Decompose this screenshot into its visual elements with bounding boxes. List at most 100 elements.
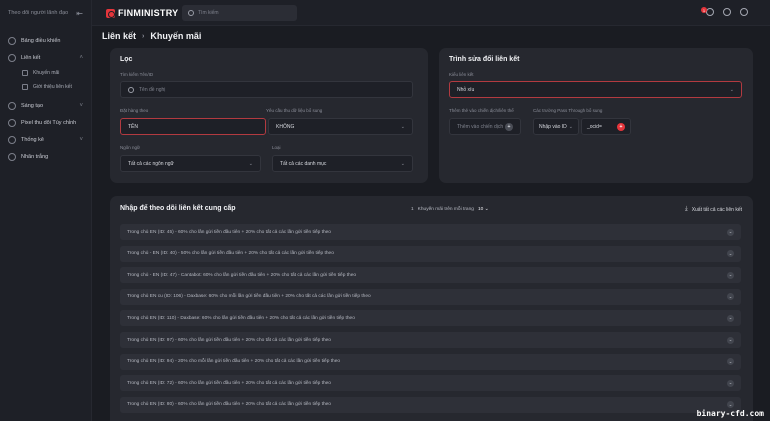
expand-chevron-icon[interactable]: ⌄ [727,314,734,322]
expand-chevron-icon[interactable]: ⌄ [727,293,734,301]
chevron-down-icon: ⌄ [568,123,573,130]
sidebar-item-links[interactable]: Liên kết ˄ [0,49,91,66]
expand-chevron-icon[interactable]: ⌄ [727,358,734,366]
sidebar-item-creative[interactable]: Sáng tạo ˅ [0,97,91,114]
per-page-label: Khuyến mãi trên mỗi trang [417,207,474,212]
offer-row-label: Trong chủ EN (ID: 45) - 60% cho lần gửi … [127,229,331,235]
offer-row[interactable]: Trong chủ EN (ID: 80) - 60% cho lần gửi … [120,396,741,413]
expand-chevron-icon[interactable]: ⌄ [727,250,734,258]
add-campaign-icon[interactable]: + [505,122,513,131]
offer-row[interactable]: Trong chủ EN (ID: 72) - 60% cho lần gửi … [120,375,741,392]
expand-chevron-icon[interactable]: ⌄ [727,228,734,236]
referral-icon [22,84,28,90]
sidebar: Theo dõi người lãnh đạo ⇤ Bảng điều khiể… [0,0,92,421]
offer-row-label: Trong chủ - EN (ID: 40) - 50% cho lần gử… [127,251,334,257]
filter-card: Lọc Tìm kiếm Tên/ID Tên đề nghị Đặt hàng… [110,48,428,183]
dashboard-icon [8,36,16,45]
topbar: FINMINISTRY Tìm kiếm 1 [92,0,770,26]
expand-chevron-icon[interactable]: ⌄ [727,401,734,409]
offer-row[interactable]: Trong chủ EN cu (ID: 106) - Daxbase: 60%… [120,288,741,305]
link-type-select[interactable]: Nhỏ xíu ⌄ [449,81,742,98]
sort-value: TÊN [128,123,138,130]
filter-title: Lọc [120,56,133,63]
expand-chevron-icon[interactable]: ⌄ [727,379,734,387]
offer-row[interactable]: Trong chủ - EN (ID: 40) - 50% cho lần gử… [120,245,741,262]
per-page-select[interactable]: 10 ⌄ [478,207,489,212]
brand-logo[interactable]: FINMINISTRY [106,8,178,18]
per-page-value: 10 [477,207,484,212]
sidebar-item-label: Bảng điều khiển [21,37,61,44]
chevron-down-icon: ⌄ [729,86,734,93]
sidebar-subitem-promotions[interactable]: Khuyến mãi [0,66,91,80]
logo-icon [106,8,115,18]
offer-row[interactable]: Trong chủ EN (ID: 45) - 60% cho lần gửi … [120,224,741,240]
offer-row-label: Trong chủ EN (ID: 80) - 60% cho lần gửi … [127,402,331,408]
chevron-down-icon: ˅ [79,136,83,143]
campaign-input[interactable]: Thêm vào chiến dịch + [449,118,521,135]
sidebar-item-label: Liên kết [21,54,41,61]
add-param-icon[interactable]: + [617,122,625,131]
offer-row[interactable]: Trong chủ EN (ID: 94) - 20% cho mỗi lần … [120,353,741,370]
offer-row[interactable]: Trong chủ - EN (ID: 47) - Cantabot: 60% … [120,267,741,284]
sidebar-item-stats[interactable]: Thống kê ˅ [0,131,91,148]
offer-row[interactable]: Trong chủ EN (ID: 110) - Daxbase: 60% ch… [120,310,741,327]
export-links-button[interactable]: ⤓ Xuất tất cả các liên kết [685,206,742,213]
language-select[interactable]: Tất cả các ngôn ngữ ⌄ [120,155,261,172]
per-page-control: 1 Khuyến mãi trên mỗi trang 10 ⌄ [411,207,489,212]
extra-data-value: KHÔNG [276,123,295,130]
param-type-value: Nhập vào ID [539,123,567,130]
brand-name: FINMINISTRY [118,8,179,18]
search-input[interactable]: Tìm kiếm [182,5,297,21]
page-indicator: 1 [411,207,414,212]
chevron-down-icon: ˅ [79,102,83,109]
sidebar-subitem-referral[interactable]: Giới thiệu liên kết [0,80,91,94]
offer-search-placeholder: Tên đề nghị [139,86,166,93]
link-editor-card: Trình sửa đổi liên kết Kiểu liên kết Nhỏ… [439,48,753,183]
pixel-icon [8,118,16,127]
chevron-down-icon: ⌄ [248,160,253,167]
expand-chevron-icon[interactable]: ⌄ [727,336,734,344]
breadcrumb-root[interactable]: Liên kết [102,31,136,41]
category-label: Loại [272,145,281,150]
campaign-placeholder: Thêm vào chiến dịch [457,123,504,130]
search-icon [128,86,134,93]
extra-data-label: Yêu cầu thu dữ liệu bổ sung [266,108,323,113]
sort-select[interactable]: TÊN [120,118,266,135]
param-value: _ocid= [587,123,602,130]
watermark: binary-cfd.com [696,409,764,418]
editor-title: Trình sửa đổi liên kết [449,56,520,63]
language-value: Tất cả các ngôn ngữ [128,160,174,167]
category-select[interactable]: Tất cả các danh mục ⌄ [272,155,413,172]
collapse-sidebar-icon[interactable]: ⇤ [76,9,83,18]
param-type-select[interactable]: Nhập vào ID ⌄ [533,118,579,135]
offers-title: Nhập để theo dõi liên kết cung cấp [120,205,236,212]
expand-chevron-icon[interactable]: ⌄ [727,271,734,279]
chevron-down-icon: ⌄ [400,123,405,130]
link-type-value: Nhỏ xíu [457,86,475,93]
bell-icon[interactable]: 1 [701,7,714,16]
sidebar-item-label: Sáng tạo [21,102,44,109]
extra-data-select[interactable]: KHÔNG ⌄ [268,118,413,135]
offer-row-label: Trong chủ - EN (ID: 47) - Cantabot: 60% … [127,272,357,278]
chevron-down-icon: ⌄ [400,160,405,167]
sidebar-item-label: Nhãn trắng [21,153,49,160]
offer-row-label: Trong chủ EN (ID: 94) - 20% cho mỗi lần … [127,359,341,365]
sidebar-item-pixel[interactable]: Pixel thu dõi Tùy chỉnh [0,114,91,131]
offer-row[interactable]: Trong chủ EN (ID: 97) - 60% cho lần gửi … [120,332,741,348]
settings-icon[interactable] [723,8,731,16]
search-placeholder: Tìm kiếm [198,10,219,16]
search-name-label: Tìm kiếm Tên/ID [120,72,154,77]
stats-icon [8,135,16,144]
link-type-label: Kiểu liên kết [449,72,474,77]
sidebar-header-label: Theo dõi người lãnh đạo [8,10,69,16]
whitelabel-icon [8,152,16,161]
sidebar-item-dashboard[interactable]: Bảng điều khiển [0,32,91,49]
breadcrumb: Liên kết › Khuyến mãi [102,31,201,41]
user-icon[interactable] [740,8,748,16]
notification-badge: 1 [701,7,707,13]
sidebar-item-whitelabel[interactable]: Nhãn trắng [0,148,91,165]
param-value-input[interactable]: _ocid= + [581,118,631,135]
offer-search-input[interactable]: Tên đề nghị [120,81,413,98]
offer-row-label: Trong chủ EN (ID: 72) - 60% cho lần gửi … [127,380,331,386]
campaign-label: Thêm thẻ vào chiến dịch/liên thể [449,108,514,113]
